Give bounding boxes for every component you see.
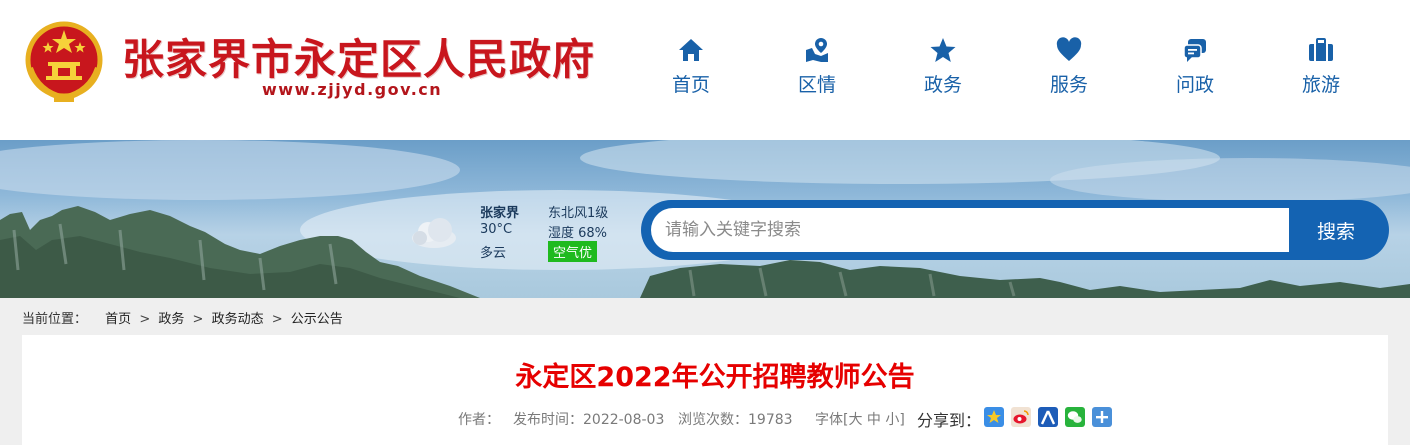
weather-wind: 东北风1级 (548, 206, 609, 221)
breadcrumb-separator: > (192, 312, 204, 327)
nav-item-tourism[interactable]: 旅游 (1271, 36, 1371, 102)
home-icon (679, 39, 703, 61)
nav-label: 服务 (1049, 74, 1088, 96)
breadcrumb-item-announcements[interactable]: 公示公告 (291, 308, 343, 327)
breadcrumb: 当前位置： 首页 > 政务 > 政务动态 > 公示公告 (22, 308, 343, 328)
nav-item-inquiry[interactable]: 问政 (1145, 36, 1245, 102)
site-url: www.zjjyd.gov.cn (262, 80, 443, 99)
weather-city: 张家界 (480, 206, 520, 221)
qzone-share-icon[interactable] (984, 407, 1004, 427)
breadcrumb-label: 当前位置： (22, 312, 88, 327)
search-button[interactable]: 搜索 (1291, 208, 1381, 252)
share-label: 分享到： (917, 411, 982, 430)
briefcase-icon (1309, 38, 1333, 61)
article-author: 作者： (458, 412, 500, 428)
map-location-icon (806, 38, 828, 62)
breadcrumb-separator: > (139, 312, 151, 327)
breadcrumb-item-government[interactable]: 政务 (158, 308, 184, 327)
site-header: 张家界市永定区人民政府 www.zjjyd.gov.cn 首页 区情 政务 服务… (0, 0, 1410, 140)
nav-label: 政务 (923, 74, 962, 96)
nav-item-district[interactable]: 区情 (767, 36, 867, 102)
star-icon (930, 38, 956, 62)
weather-humidity: 湿度 68% (548, 226, 608, 241)
weather-condition: 多云 (480, 246, 507, 261)
nav-label: 旅游 (1301, 74, 1340, 96)
site-title[interactable]: 张家界市永定区人民政府 (122, 26, 595, 87)
article-publish-date: 发布时间：2022-08-03 (513, 412, 665, 428)
nav-label: 区情 (797, 74, 836, 96)
more-share-icon[interactable] (1092, 407, 1112, 427)
article-title: 永定区2022年公开招聘教师公告 (515, 362, 915, 393)
nav-label: 问政 (1175, 74, 1214, 96)
weibo-share-icon[interactable] (1011, 407, 1031, 427)
article-view-count: 浏览次数：19783 (678, 412, 793, 428)
nav-item-service[interactable]: 服务 (1019, 36, 1119, 102)
nav-label: 首页 (671, 74, 710, 96)
wechat-share-icon[interactable] (1065, 407, 1085, 427)
font-size-control[interactable]: 字体[大 中 小] (815, 409, 905, 429)
nav-item-government[interactable]: 政务 (893, 36, 993, 102)
nav-item-home[interactable]: 首页 (641, 36, 741, 102)
breadcrumb-separator: > (271, 312, 283, 327)
chat-icon (1183, 39, 1206, 62)
air-quality-badge: 空气优 (548, 241, 598, 262)
national-emblem-logo[interactable] (24, 18, 104, 104)
search-bar: 搜索 (641, 200, 1389, 260)
renren-share-icon[interactable] (1038, 407, 1058, 427)
article-panel: 永定区2022年公开招聘教师公告 作者： 发布时间：2022-08-03 浏览次… (22, 335, 1388, 445)
cloudy-weather-icon (412, 218, 456, 248)
scenic-banner: 张家界 30°C 多云 东北风1级 湿度 68% 空气优 搜索 (0, 140, 1410, 298)
search-input[interactable] (651, 208, 1289, 252)
breadcrumb-item-home[interactable]: 首页 (105, 308, 131, 327)
weather-widget: 张家界 30°C 多云 东北风1级 湿度 68% 空气优 (408, 202, 628, 262)
weather-temperature: 30°C (480, 222, 513, 237)
heart-icon (1056, 37, 1082, 61)
breadcrumb-item-news[interactable]: 政务动态 (212, 308, 264, 327)
